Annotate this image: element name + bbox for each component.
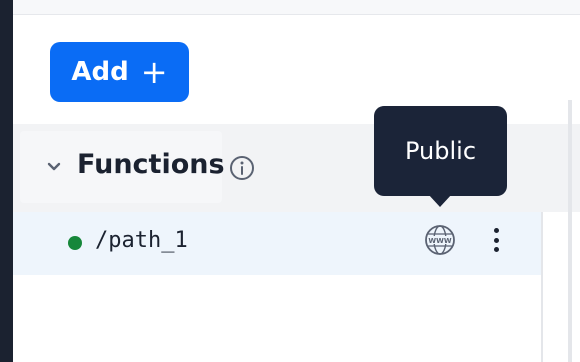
function-path[interactable]: /path_1 — [95, 228, 188, 253]
right-panel-edge — [568, 100, 572, 362]
function-row[interactable] — [13, 212, 541, 275]
left-rail — [0, 0, 13, 362]
section-title: Functions — [77, 149, 225, 180]
info-icon[interactable] — [229, 155, 255, 181]
add-button-label: Add — [71, 57, 129, 87]
tooltip: Public — [374, 106, 507, 196]
globe-www-icon[interactable]: WWW — [423, 223, 457, 257]
chevron-down-icon[interactable] — [47, 162, 61, 172]
kebab-menu-icon[interactable] — [486, 226, 506, 254]
panel-divider — [541, 212, 543, 362]
status-indicator — [68, 236, 82, 250]
top-strip — [13, 0, 580, 15]
add-button[interactable]: Add + — [50, 42, 189, 102]
plus-icon: + — [140, 53, 168, 91]
svg-text:WWW: WWW — [428, 237, 451, 245]
tooltip-arrow — [428, 194, 452, 207]
